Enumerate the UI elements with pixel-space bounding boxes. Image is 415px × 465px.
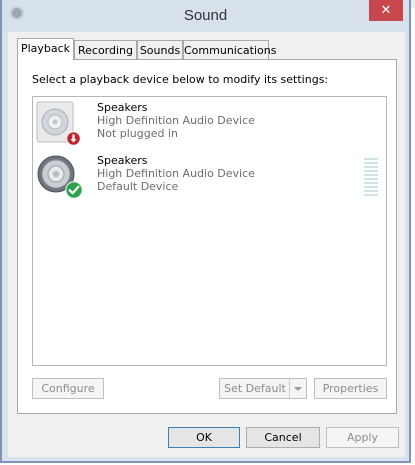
dialog-client: Playback Recording Sounds Communications… <box>8 32 405 457</box>
tab-communications[interactable]: Communications <box>183 40 276 59</box>
cancel-button[interactable]: Cancel <box>246 427 320 448</box>
playback-panel: Select a playback device below to modify… <box>17 59 397 414</box>
unplugged-badge-icon <box>66 131 81 146</box>
chevron-down-icon[interactable] <box>289 379 306 398</box>
properties-button[interactable]: Properties <box>314 378 387 399</box>
volume-level-meter <box>364 158 378 200</box>
device-status: Not plugged in <box>97 127 179 140</box>
device-item[interactable]: Speakers High Definition Audio Device No… <box>33 97 386 147</box>
ok-button[interactable]: OK <box>168 427 240 448</box>
device-item[interactable]: Speakers High Definition Audio Device De… <box>33 150 386 200</box>
close-button[interactable]: ✕ <box>369 0 403 21</box>
device-list[interactable]: Speakers High Definition Audio Device No… <box>32 96 387 366</box>
tab-recording[interactable]: Recording <box>74 40 137 59</box>
device-driver: High Definition Audio Device <box>97 167 255 180</box>
device-status: Default Device <box>97 180 179 193</box>
tab-sounds[interactable]: Sounds <box>137 40 183 59</box>
set-default-button[interactable]: Set Default <box>219 378 307 399</box>
tab-playback[interactable]: Playback <box>17 38 74 60</box>
instruction-text: Select a playback device below to modify… <box>32 73 329 86</box>
configure-button[interactable]: Configure <box>32 378 104 399</box>
window-title: Sound <box>183 7 228 24</box>
device-name: Speakers <box>97 154 148 167</box>
sound-dialog: Sound ✕ Playback Recording Sounds Commun… <box>0 0 411 463</box>
check-badge-icon <box>65 181 83 199</box>
apply-button[interactable]: Apply <box>326 427 399 448</box>
device-driver: High Definition Audio Device <box>97 114 255 127</box>
title-bar[interactable]: Sound ✕ <box>2 0 409 32</box>
device-name: Speakers <box>97 101 148 114</box>
set-default-label: Set Default <box>224 382 286 395</box>
